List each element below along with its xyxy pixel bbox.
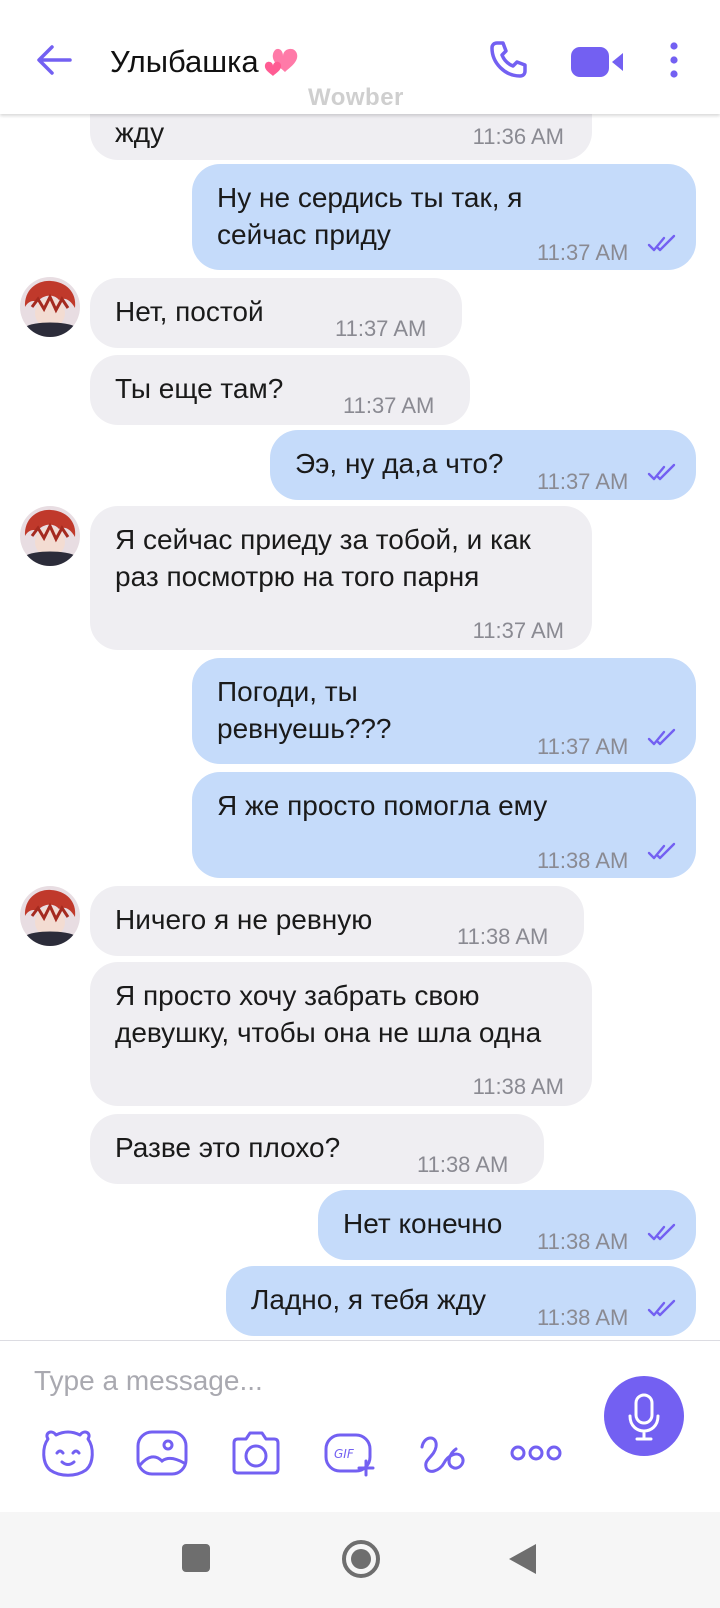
outgoing-message[interactable]: Ладно, я тебя жду 11:38 AM — [226, 1266, 696, 1336]
message-text: Нет, постой — [115, 296, 264, 327]
svg-text:GIF: GIF — [334, 1447, 355, 1461]
back-button-icon[interactable] — [506, 1542, 538, 1576]
message-time: 11:38 AM — [537, 848, 629, 873]
message-time: 11:38 AM — [457, 924, 549, 949]
message-time: 11:37 AM — [343, 393, 435, 418]
message-text: Я просто хочу забрать свою девушку, чтоб… — [115, 980, 542, 1048]
outgoing-message[interactable]: Ээ, ну да,а что? 11:37 AM — [270, 430, 696, 500]
message-text: Ээ, ну да,а что? — [295, 448, 504, 479]
contact-name-text: Улыбашка — [110, 44, 259, 79]
outgoing-message[interactable]: Ну не сердись ты так, я сейчас приду 11:… — [192, 164, 696, 270]
contact-avatar[interactable] — [20, 277, 80, 337]
message-time: 11:38 AM — [537, 1305, 629, 1330]
outgoing-message[interactable]: Погоди, ты ревнуешь??? 11:37 AM — [192, 658, 696, 764]
message-text: Ничего я не ревную — [115, 904, 373, 935]
home-button-icon[interactable] — [340, 1538, 382, 1580]
incoming-message[interactable]: жду 11:36 AM — [90, 114, 592, 160]
microphone-icon — [628, 1393, 660, 1441]
incoming-message[interactable]: Ты еще там? 11:37 AM — [90, 355, 470, 425]
message-text: Я сейчас приеду за тобой, и как раз посм… — [115, 524, 531, 592]
more-options-icon[interactable] — [662, 40, 686, 80]
read-checkmarks-icon — [647, 234, 676, 252]
incoming-message[interactable]: Я сейчас приеду за тобой, и как раз посм… — [90, 506, 592, 650]
gif-icon[interactable]: GIF — [322, 1427, 378, 1479]
video-call-icon[interactable] — [570, 44, 626, 80]
read-checkmarks-icon — [647, 1223, 676, 1241]
incoming-message[interactable]: Ничего я не ревную 11:38 AM — [90, 886, 584, 956]
recents-button-icon[interactable] — [180, 1542, 212, 1574]
message-time: 11:38 AM — [417, 1152, 509, 1177]
watermark: Wowber — [308, 84, 404, 111]
message-text: Я же просто помогла ему — [217, 790, 548, 821]
message-text: Ты еще там? — [115, 373, 284, 404]
read-checkmarks-icon — [647, 463, 676, 481]
message-time: 11:38 AM — [472, 1074, 564, 1099]
phone-call-icon[interactable] — [488, 40, 528, 80]
message-time: 11:37 AM — [472, 618, 564, 643]
avatar-image — [20, 277, 80, 337]
doodle-icon[interactable] — [414, 1427, 470, 1479]
gallery-icon[interactable] — [134, 1427, 190, 1479]
avatar-image — [20, 506, 80, 566]
hearts-emoji-icon — [264, 48, 297, 76]
back-arrow-icon[interactable] — [34, 40, 74, 80]
chat-header: Улыбашка Wowber — [0, 0, 720, 114]
contact-name[interactable]: Улыбашка — [110, 42, 305, 82]
more-icon[interactable] — [508, 1427, 564, 1479]
incoming-message[interactable]: Я просто хочу забрать свою девушку, чтоб… — [90, 962, 592, 1106]
message-time: 11:38 AM — [537, 1229, 629, 1254]
message-time: 11:37 AM — [537, 734, 629, 759]
message-text: жду — [115, 117, 165, 148]
camera-icon[interactable] — [228, 1427, 284, 1479]
contact-avatar[interactable] — [20, 886, 80, 946]
message-list[interactable]: жду 11:36 AM Ну не сердись ты так, я сей… — [0, 114, 720, 1340]
message-composer: GIF — [0, 1340, 720, 1513]
avatar-image — [20, 886, 80, 946]
message-text: Погоди, ты ревнуешь??? — [217, 676, 392, 744]
read-checkmarks-icon — [647, 842, 676, 860]
read-checkmarks-icon — [647, 1299, 676, 1317]
message-text: Нет конечно — [343, 1208, 503, 1239]
message-time: 11:37 AM — [335, 316, 427, 341]
message-time: 11:36 AM — [472, 124, 564, 149]
message-time: 11:37 AM — [537, 240, 629, 265]
voice-message-button[interactable] — [604, 1376, 684, 1456]
read-checkmarks-icon — [647, 728, 676, 746]
system-navigation-bar — [0, 1512, 720, 1608]
outgoing-message[interactable]: Нет конечно 11:38 AM — [318, 1190, 696, 1260]
sticker-icon[interactable] — [40, 1427, 96, 1479]
message-input[interactable] — [34, 1359, 554, 1403]
incoming-message[interactable]: Нет, постой 11:37 AM — [90, 278, 462, 348]
incoming-message[interactable]: Разве это плохо? 11:38 AM — [90, 1114, 544, 1184]
message-text: Ладно, я тебя жду — [251, 1284, 487, 1315]
message-text: Разве это плохо? — [115, 1132, 341, 1163]
contact-avatar[interactable] — [20, 506, 80, 566]
message-time: 11:37 AM — [537, 469, 629, 494]
outgoing-message[interactable]: Я же просто помогла ему 11:38 AM — [192, 772, 696, 878]
